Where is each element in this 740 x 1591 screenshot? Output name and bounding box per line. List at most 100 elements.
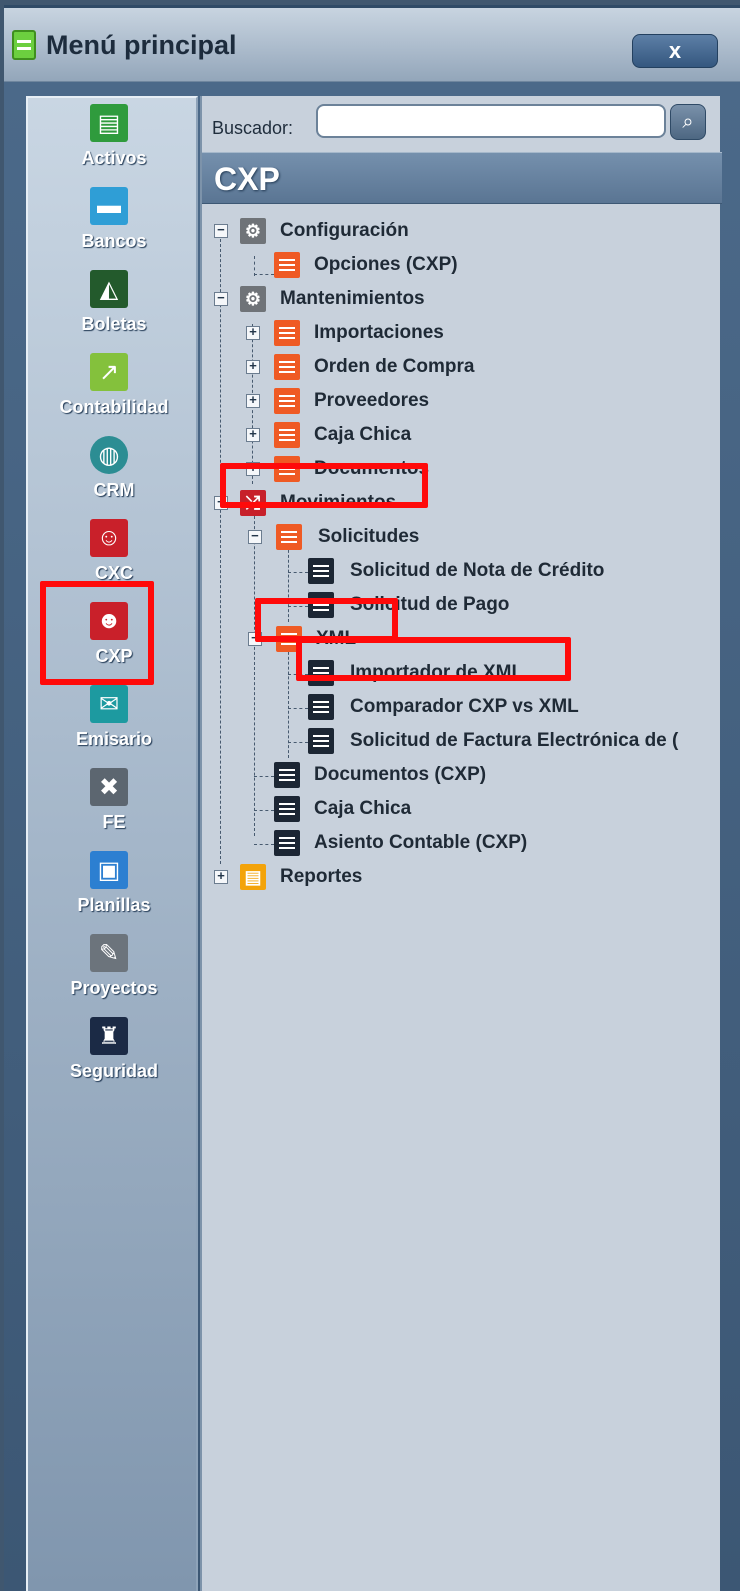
close-button[interactable]: x xyxy=(632,34,718,68)
menu-tree: − ⚙ Configuración Opciones (CXP) − ⚙ Man… xyxy=(202,216,722,1416)
tree-item-importador-xml[interactable]: Importador de XML xyxy=(350,662,523,684)
tree-item-mantenimientos[interactable]: Mantenimientos xyxy=(280,288,425,310)
module-cxc[interactable]: ☺ CXC xyxy=(28,519,200,601)
collapse-toggle[interactable]: − xyxy=(214,496,228,510)
window-title: Menú principal xyxy=(46,30,237,60)
list-icon xyxy=(308,728,334,754)
tree-item-proveedores[interactable]: Proveedores xyxy=(314,390,429,412)
tree-item-documentos-cxp[interactable]: Documentos (CXP) xyxy=(314,764,486,786)
collapse-toggle[interactable]: − xyxy=(248,632,262,646)
tools-icon: ✖ xyxy=(90,768,128,806)
list-icon xyxy=(274,354,300,380)
collapse-toggle[interactable]: − xyxy=(248,530,262,544)
expand-toggle[interactable]: + xyxy=(246,326,260,340)
gear-icon: ⚙ xyxy=(240,286,266,312)
tree-guide xyxy=(254,274,274,275)
list-icon xyxy=(308,558,334,584)
report-icon: ▤ xyxy=(240,864,266,890)
module-bancos[interactable]: ▬ Bancos xyxy=(28,187,200,269)
tree-item-orden-compra[interactable]: Orden de Compra xyxy=(314,356,474,378)
cash-register-icon: ▤ xyxy=(90,104,128,142)
list-icon xyxy=(308,660,334,686)
tree-item-comparador[interactable]: Comparador CXP vs XML xyxy=(350,696,579,718)
search-icon: ⌕ xyxy=(682,110,694,133)
globe-icon: ◍ xyxy=(90,436,128,474)
tree-guide xyxy=(254,844,274,845)
expand-toggle[interactable]: + xyxy=(214,870,228,884)
module-contabilidad[interactable]: ↗ Contabilidad xyxy=(28,353,200,435)
module-planillas[interactable]: ▣ Planillas xyxy=(28,851,200,933)
tree-item-movimientos[interactable]: Movimientos xyxy=(280,492,396,514)
module-label: Proyectos xyxy=(70,978,158,998)
search-label: Buscador: xyxy=(212,118,294,138)
expand-toggle[interactable]: + xyxy=(246,428,260,442)
list-icon xyxy=(274,796,300,822)
list-icon xyxy=(274,388,300,414)
tree-item-configuracion[interactable]: Configuración xyxy=(280,220,409,242)
module-label: Bancos xyxy=(81,231,147,251)
person-coins-icon: ☻ xyxy=(90,602,128,640)
list-icon xyxy=(274,320,300,346)
tree-item-reportes[interactable]: Reportes xyxy=(280,866,362,888)
section-header: CXP xyxy=(202,152,722,204)
expand-toggle[interactable]: + xyxy=(246,462,260,476)
tree-item-sol-factura[interactable]: Solicitud de Factura Electrónica de ( xyxy=(350,730,722,752)
module-seguridad[interactable]: ♜ Seguridad xyxy=(28,1017,200,1099)
tree-guide xyxy=(254,506,255,836)
tree-item-documentos-mant[interactable]: Documentos xyxy=(314,458,429,480)
module-label: CRM xyxy=(93,480,135,500)
module-label: Boletas xyxy=(81,314,147,334)
section-title: CXP xyxy=(214,161,280,197)
tree-item-caja-chica[interactable]: Caja Chica xyxy=(314,798,411,820)
module-label: Activos xyxy=(81,148,147,168)
briefcase-icon: ▬ xyxy=(90,187,128,225)
module-emisario[interactable]: ✉ Emisario xyxy=(28,685,200,767)
tree-item-xml[interactable]: XML xyxy=(316,628,356,650)
expand-toggle[interactable]: + xyxy=(246,394,260,408)
module-label: CXP xyxy=(95,646,133,666)
expand-toggle[interactable]: + xyxy=(246,360,260,374)
module-label: FE xyxy=(102,812,126,832)
module-label: Contabilidad xyxy=(59,397,169,417)
shuffle-icon: ⤮ xyxy=(240,490,266,516)
chart-icon: ↗ xyxy=(90,353,128,391)
module-sidebar: ▤ Activos ▬ Bancos ◭ Boletas ↗ Contabili… xyxy=(26,96,198,1591)
tree-item-opciones[interactable]: Opciones (CXP) xyxy=(314,254,458,276)
module-boletas[interactable]: ◭ Boletas xyxy=(28,270,200,352)
tree-guide xyxy=(288,674,308,675)
collapse-toggle[interactable]: − xyxy=(214,292,228,306)
list-icon xyxy=(308,592,334,618)
module-label: CXC xyxy=(94,563,133,583)
title-bar: Menú principal x xyxy=(4,8,740,82)
tree-item-caja-chica-mant[interactable]: Caja Chica xyxy=(314,424,411,446)
module-activos[interactable]: ▤ Activos xyxy=(28,104,200,186)
tree-guide xyxy=(288,708,308,709)
tree-item-solicitudes[interactable]: Solicitudes xyxy=(318,526,419,548)
tree-guide xyxy=(254,776,274,777)
pencil-ruler-icon: ✎ xyxy=(90,934,128,972)
tree-item-asiento-contable[interactable]: Asiento Contable (CXP) xyxy=(314,832,527,854)
module-cxp[interactable]: ☻ CXP xyxy=(28,602,200,684)
list-icon xyxy=(274,762,300,788)
module-crm[interactable]: ◍ CRM xyxy=(28,436,200,518)
module-label: Emisario xyxy=(75,729,153,749)
list-icon xyxy=(274,830,300,856)
list-icon xyxy=(274,422,300,448)
search-button[interactable]: ⌕ xyxy=(670,104,706,140)
search-input[interactable] xyxy=(316,104,666,138)
module-proyectos[interactable]: ✎ Proyectos xyxy=(28,934,200,1016)
tree-item-sol-pago[interactable]: Solicitud de Pago xyxy=(350,594,509,616)
module-fe[interactable]: ✖ FE xyxy=(28,768,200,850)
tree-item-importaciones[interactable]: Importaciones xyxy=(314,322,444,344)
envelope-icon: ✉ xyxy=(90,685,128,723)
module-label: Seguridad xyxy=(69,1061,158,1081)
list-icon xyxy=(276,524,302,550)
tree-guide xyxy=(288,742,308,743)
tree-item-sol-nota-credito[interactable]: Solicitud de Nota de Crédito xyxy=(350,560,604,582)
gear-icon: ⚙ xyxy=(240,218,266,244)
collapse-toggle[interactable]: − xyxy=(214,224,228,238)
list-icon xyxy=(274,252,300,278)
list-icon xyxy=(308,694,334,720)
person-money-icon: ☺ xyxy=(90,519,128,557)
tree-panel: Buscador: ⌕ CXP − ⚙ Configuración Opcion… xyxy=(200,96,722,1591)
